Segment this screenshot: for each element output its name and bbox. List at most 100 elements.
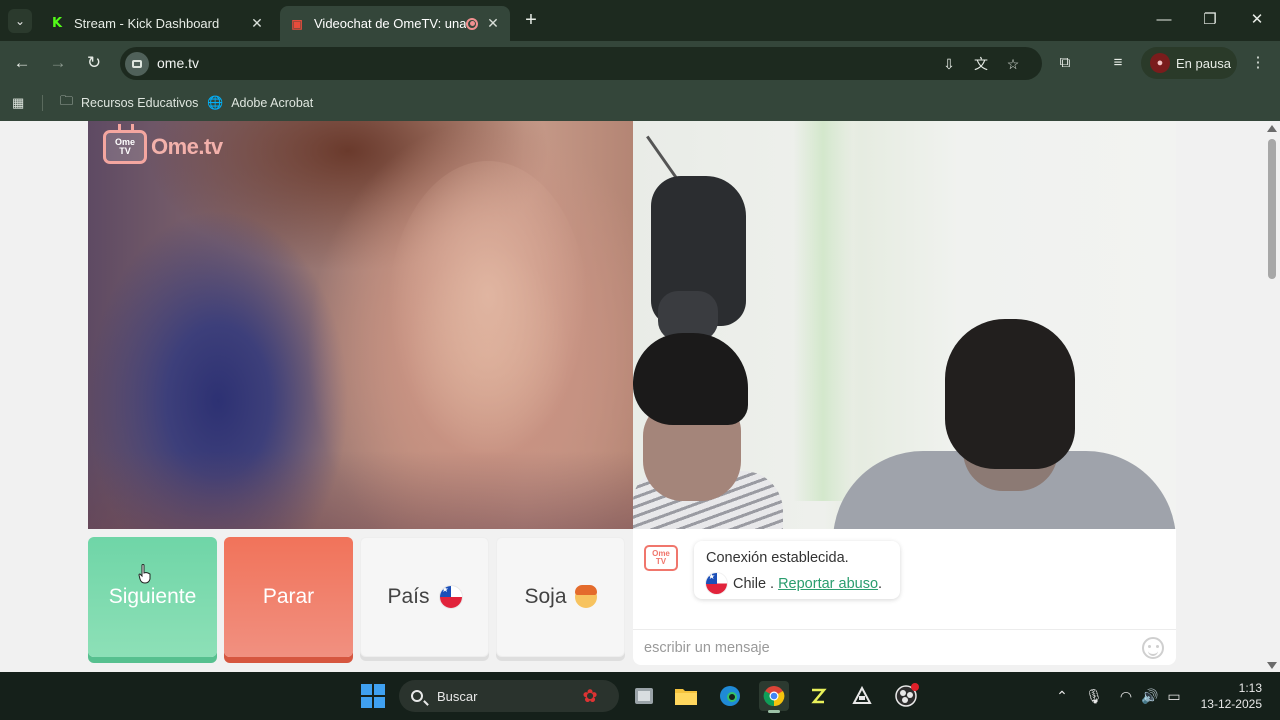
chat-logo-line2: TV [655, 557, 667, 566]
divider [42, 95, 43, 111]
edge-browser-icon[interactable] [715, 681, 745, 711]
report-abuse-link[interactable]: Reportar abuso [778, 576, 878, 592]
task-view-icon[interactable] [629, 681, 659, 711]
hand-cursor-icon [138, 564, 151, 584]
media-controls-icon[interactable]: ≡ [1108, 53, 1128, 73]
scroll-down-icon[interactable] [1267, 662, 1277, 669]
show-hidden-icons-icon[interactable]: ⌃ [1052, 686, 1072, 706]
close-tab-icon[interactable]: ✕ [250, 15, 264, 32]
wifi-icon[interactable]: ◠ [1116, 686, 1136, 706]
logo-wordmark: Ome.tv [151, 134, 223, 159]
reload-icon[interactable]: ↻ [82, 51, 106, 75]
recording-indicator-icon [466, 17, 478, 30]
install-app-icon[interactable]: ⇩ [940, 55, 958, 73]
page-scrollbar[interactable] [1264, 121, 1280, 672]
minimize-icon[interactable]: — [1144, 8, 1184, 32]
windows-taskbar: Buscar ✿ ⌃ 🎙 ◠ 🔊 ▭ 1:13 13-12-2025 [0, 672, 1280, 720]
site-info-icon[interactable] [125, 52, 149, 76]
clock-time: 1:13 [1238, 681, 1262, 695]
partner-country-line: Chile . Reportar abuso . [706, 573, 882, 594]
chat-panel: Ome TV Conexión establecida. Chile . Rep… [633, 529, 1176, 665]
restore-icon[interactable]: ❐ [1190, 8, 1230, 32]
profile-button[interactable]: ● En pausa [1141, 47, 1237, 79]
system-clock[interactable]: 1:13 13-12-2025 [1196, 680, 1262, 712]
search-icon [411, 690, 423, 702]
bookmark-label: Adobe Acrobat [231, 96, 314, 110]
video-person-left-hair [633, 333, 748, 425]
video-background [793, 121, 853, 501]
system-message: Conexión establecida. Chile . Reportar a… [694, 541, 900, 599]
taskbar-search-box[interactable]: Buscar ✿ [399, 680, 619, 712]
emoji-picker-icon[interactable] [1142, 637, 1164, 659]
gender-button-label: Soja [524, 585, 567, 608]
kick-favicon-icon: K [51, 16, 63, 31]
connection-status-text: Conexión establecida. [706, 550, 849, 566]
blurred-face [388, 161, 588, 461]
local-video: Ome TV Ome.tv [88, 121, 633, 529]
tv-logo-icon: Ome TV [644, 545, 678, 571]
close-window-icon[interactable]: ✕ [1237, 8, 1277, 32]
more-menu-icon[interactable]: ⋮ [1248, 53, 1268, 73]
tab-kick-dashboard[interactable]: K Stream - Kick Dashboard ✕ [40, 6, 274, 41]
partner-country: Chile [733, 575, 767, 592]
bookmark-star-icon[interactable]: ☆ [1004, 55, 1022, 73]
bookmark-adobe-acrobat[interactable]: 🌐 Adobe Acrobat [207, 93, 313, 113]
separator-text: . [770, 575, 775, 592]
chat-input-placeholder: escribir un mensaje [644, 640, 770, 656]
logo-badge-line2: TV [119, 146, 131, 156]
person-emoji-icon [574, 585, 597, 608]
address-bar[interactable]: ome.tv ⇩ 文 ☆ [120, 47, 1042, 80]
forward-arrow-icon[interactable]: → [46, 51, 70, 75]
tab-strip: ⌄ K Stream - Kick Dashboard ✕ ▣ Videocha… [0, 0, 1280, 41]
taskbar-search-label: Buscar [437, 688, 478, 704]
video-shade [88, 451, 633, 529]
tab-search-button[interactable]: ⌄ [8, 9, 32, 33]
translate-icon[interactable]: 文 [972, 55, 990, 73]
ometv-favicon-icon: ▣ [291, 16, 303, 31]
profile-label: En pausa [1176, 55, 1231, 71]
video-person-right-hair [945, 319, 1075, 469]
volume-icon[interactable]: 🔊 [1140, 686, 1160, 706]
microphone-icon[interactable]: 🎙 [1084, 686, 1104, 706]
scrollbar-thumb[interactable] [1268, 139, 1276, 279]
folder-icon: 🗀 [60, 93, 74, 108]
tab-ometv[interactable]: ▣ Videochat de OmeTV: una a ✕ [280, 6, 510, 41]
close-tab-icon[interactable]: ✕ [486, 15, 500, 32]
zapier-style-app-icon[interactable] [803, 681, 833, 711]
obs-studio-icon[interactable] [891, 681, 921, 711]
stop-button[interactable]: Parar [224, 537, 353, 657]
tv-logo-icon: Ome TV [103, 130, 147, 164]
apps-grid-icon[interactable]: ▦ [12, 93, 32, 113]
chile-flag-icon [439, 586, 462, 608]
next-button[interactable]: Siguiente [88, 537, 217, 657]
country-filter-button[interactable]: País [360, 537, 489, 657]
country-button-label: País [387, 585, 430, 608]
file-explorer-icon[interactable] [671, 681, 701, 711]
notes-app-icon[interactable] [847, 681, 877, 711]
battery-icon[interactable]: ▭ [1164, 686, 1184, 706]
bookmark-label: Recursos Educativos [81, 96, 199, 110]
bookmark-recursos-educativos[interactable]: 🗀 Recursos Educativos [60, 93, 198, 113]
chevron-down-icon: ⌄ [14, 14, 26, 28]
report-suffix: . [878, 575, 883, 592]
chat-message-input[interactable]: escribir un mensaje [633, 629, 1176, 666]
chrome-browser-icon[interactable] [759, 681, 789, 713]
ometv-logo[interactable]: Ome TV Ome.tv [103, 130, 223, 164]
chile-flag-icon [706, 573, 727, 594]
extensions-icon[interactable]: ⧉ [1055, 53, 1075, 73]
avatar: ● [1150, 53, 1170, 73]
url-text: ome.tv [157, 55, 200, 71]
browser-toolbar: ← → ↻ ome.tv ⇩ 文 ☆ ⧉ ≡ ● En pausa ⋮ [0, 41, 1280, 85]
scroll-up-icon[interactable] [1267, 125, 1277, 132]
new-tab-button[interactable]: + [520, 9, 542, 31]
gender-filter-button[interactable]: Soja [496, 537, 625, 657]
stop-button-label: Parar [262, 585, 315, 608]
next-button-label: Siguiente [108, 585, 197, 608]
ometv-page: Ome TV Ome.tv Siguiente Parar País Soja [0, 121, 1264, 672]
tab-title: Stream - Kick Dashboard [74, 16, 220, 31]
windows-start-icon[interactable] [361, 684, 385, 708]
globe-icon: 🌐 [207, 95, 224, 110]
search-highlight-icon: ✿ [582, 686, 598, 706]
active-app-indicator [768, 710, 780, 713]
back-arrow-icon[interactable]: ← [10, 51, 34, 75]
